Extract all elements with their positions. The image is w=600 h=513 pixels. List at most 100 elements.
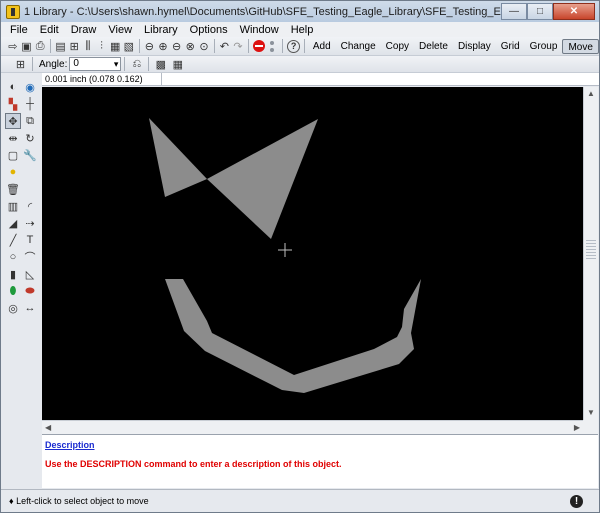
menu-library[interactable]: Library	[138, 24, 184, 36]
go-button[interactable]	[267, 39, 279, 54]
go-icon	[270, 40, 275, 52]
use-library-icon[interactable]: ⫼	[82, 39, 94, 54]
menu-draw[interactable]: Draw	[65, 24, 103, 36]
package-icon[interactable]: ▧	[123, 39, 135, 54]
mirror-tool-icon[interactable]: ⇹	[5, 130, 21, 146]
title-bar[interactable]: 1 Library - C:\Users\shawn.hymel\Documen…	[1, 1, 599, 22]
close-button[interactable]: ✕	[553, 2, 595, 20]
right-triangle-shape[interactable]	[207, 119, 318, 239]
copy-button[interactable]: Copy	[381, 39, 414, 54]
display-layers-icon[interactable]: ▚	[5, 96, 21, 112]
toolbar-separator	[247, 39, 249, 53]
stop-button[interactable]	[252, 39, 265, 54]
grid-button[interactable]: Grid	[496, 39, 525, 54]
zoom-out-icon[interactable]: ⊖	[171, 39, 183, 54]
polygon-tool-icon[interactable]: ◺	[22, 266, 38, 282]
description-link[interactable]: Description	[45, 440, 95, 450]
stop-icon	[252, 40, 265, 52]
menu-view[interactable]: View	[102, 24, 138, 36]
display-button[interactable]: Display	[453, 39, 496, 54]
scroll-right-arrow-icon[interactable]: ▶	[574, 423, 580, 432]
horizontal-scrollbar[interactable]: ◀ ▶	[42, 420, 583, 434]
open-file-icon[interactable]: ⇨	[7, 39, 19, 54]
maximize-button[interactable]: □	[527, 2, 553, 20]
pad-tool-icon[interactable]: ⬮	[5, 283, 21, 299]
window-title: 1 Library - C:\Users\shawn.hymel\Documen…	[24, 5, 501, 18]
align-left-icon[interactable]: ▩	[153, 57, 168, 72]
move-button[interactable]: Move	[562, 38, 599, 54]
align-right-icon[interactable]: ▦	[170, 57, 185, 72]
move-tool-icon[interactable]: ✥	[5, 113, 21, 129]
redo-icon[interactable]: ↷	[232, 39, 244, 54]
menu-bar: File Edit Draw View Library Options Wind…	[1, 22, 599, 37]
save-icon[interactable]: ▣	[21, 39, 33, 54]
add-button[interactable]: Add	[308, 39, 336, 54]
footprint-drawing	[149, 118, 421, 393]
eagle-app-icon	[6, 4, 20, 19]
menu-file[interactable]: File	[1, 24, 34, 36]
help-button[interactable]: ?	[287, 39, 301, 54]
copy-tool-icon[interactable]: ⧉	[22, 113, 38, 129]
change-button[interactable]: Change	[336, 39, 381, 54]
arc-tool-icon[interactable]: ⌒	[22, 249, 38, 265]
text-tool-icon[interactable]: T	[22, 232, 38, 248]
smd-tool-icon[interactable]: ⬬	[22, 283, 38, 299]
name-tool-icon[interactable]: ▥	[5, 198, 21, 214]
parameter-toolbar: ⊞ Angle: 0 ⎌ ▩ ▦	[1, 56, 599, 73]
change-tool-icon[interactable]: 🔧	[22, 147, 38, 163]
mirror-icon[interactable]: ⎌	[129, 57, 144, 72]
menu-window[interactable]: Window	[234, 24, 285, 36]
print-icon[interactable]: ⎙	[34, 39, 46, 54]
wire-tool-icon[interactable]: ╱	[5, 232, 21, 248]
miter-tool-icon[interactable]: ◜	[22, 198, 38, 214]
delete-button[interactable]: Delete	[414, 39, 453, 54]
scroll-left-arrow-icon[interactable]: ◀	[45, 423, 51, 432]
paste-tool-icon[interactable]: ●	[5, 164, 21, 180]
run-ulp-icon[interactable]: ▦	[109, 39, 121, 54]
scroll-down-arrow-icon[interactable]: ▼	[584, 406, 598, 420]
cam-processor-icon[interactable]: ▤	[55, 39, 67, 54]
status-text: ♦ Left-click to select object to move	[9, 496, 149, 506]
scroll-grip-icon[interactable]	[586, 240, 596, 260]
smash-tool-icon[interactable]: ⇢	[22, 215, 38, 231]
rect-tool-icon[interactable]: ▮	[5, 266, 21, 282]
group-button[interactable]: Group	[525, 39, 563, 54]
board-icon[interactable]: ⊞	[68, 39, 80, 54]
hole-tool-icon[interactable]: ◎	[5, 300, 21, 316]
minimize-button[interactable]: —	[501, 2, 527, 20]
grid-icon[interactable]: ⊞	[13, 57, 28, 72]
tool-palette: ◐ ◉ ▚ ┼ ✥ ⧉ ⇹ ↻ ▢ 🔧 ● 🗑 ▥ ◜ ◢ ⇢ ╱ T ○ ⌒ …	[5, 77, 39, 487]
eagle-window: 1 Library - C:\Users\shawn.hymel\Documen…	[0, 0, 600, 513]
info-icon[interactable]: ◐	[5, 79, 21, 95]
vertical-scrollbar[interactable]: ▲ ▼	[583, 87, 598, 420]
script-icon[interactable]: ⫶	[96, 39, 108, 54]
rotate-tool-icon[interactable]: ↻	[22, 130, 38, 146]
mark-icon[interactable]: ┼	[22, 96, 38, 112]
toolbar-separator	[282, 39, 284, 53]
toolbar-separator	[304, 39, 305, 53]
redraw-icon[interactable]: ⊙	[198, 39, 210, 54]
editor-canvas[interactable]	[42, 87, 583, 420]
scroll-up-arrow-icon[interactable]: ▲	[584, 87, 598, 101]
undo-icon[interactable]: ↶	[219, 39, 231, 54]
delete-tool-icon[interactable]: 🗑	[5, 181, 21, 197]
menu-help[interactable]: Help	[285, 24, 320, 36]
toolbar-separator	[32, 57, 33, 71]
dimension-tool-icon[interactable]: ↔	[22, 300, 38, 316]
stop-status-icon[interactable]: !	[570, 494, 583, 508]
zoom-select-icon[interactable]: ⊗	[184, 39, 196, 54]
coordinate-bar: 0.001 inch (0.078 0.162)	[42, 72, 599, 86]
description-pane: Description Use the DESCRIPTION command …	[42, 434, 598, 488]
menu-edit[interactable]: Edit	[34, 24, 65, 36]
zoom-fit-icon[interactable]: ⊖	[143, 39, 155, 54]
left-triangle-shape[interactable]	[149, 118, 207, 197]
angle-select[interactable]: 0	[69, 57, 122, 71]
circle-tool-icon[interactable]: ○	[5, 249, 21, 265]
mouth-shape[interactable]	[165, 279, 421, 393]
command-line-input[interactable]	[162, 73, 599, 86]
split-tool-icon[interactable]: ◢	[5, 215, 21, 231]
menu-options[interactable]: Options	[184, 24, 234, 36]
zoom-in-icon[interactable]: ⊕	[157, 39, 169, 54]
group-tool-icon[interactable]: ▢	[5, 147, 21, 163]
show-icon[interactable]: ◉	[22, 79, 38, 95]
